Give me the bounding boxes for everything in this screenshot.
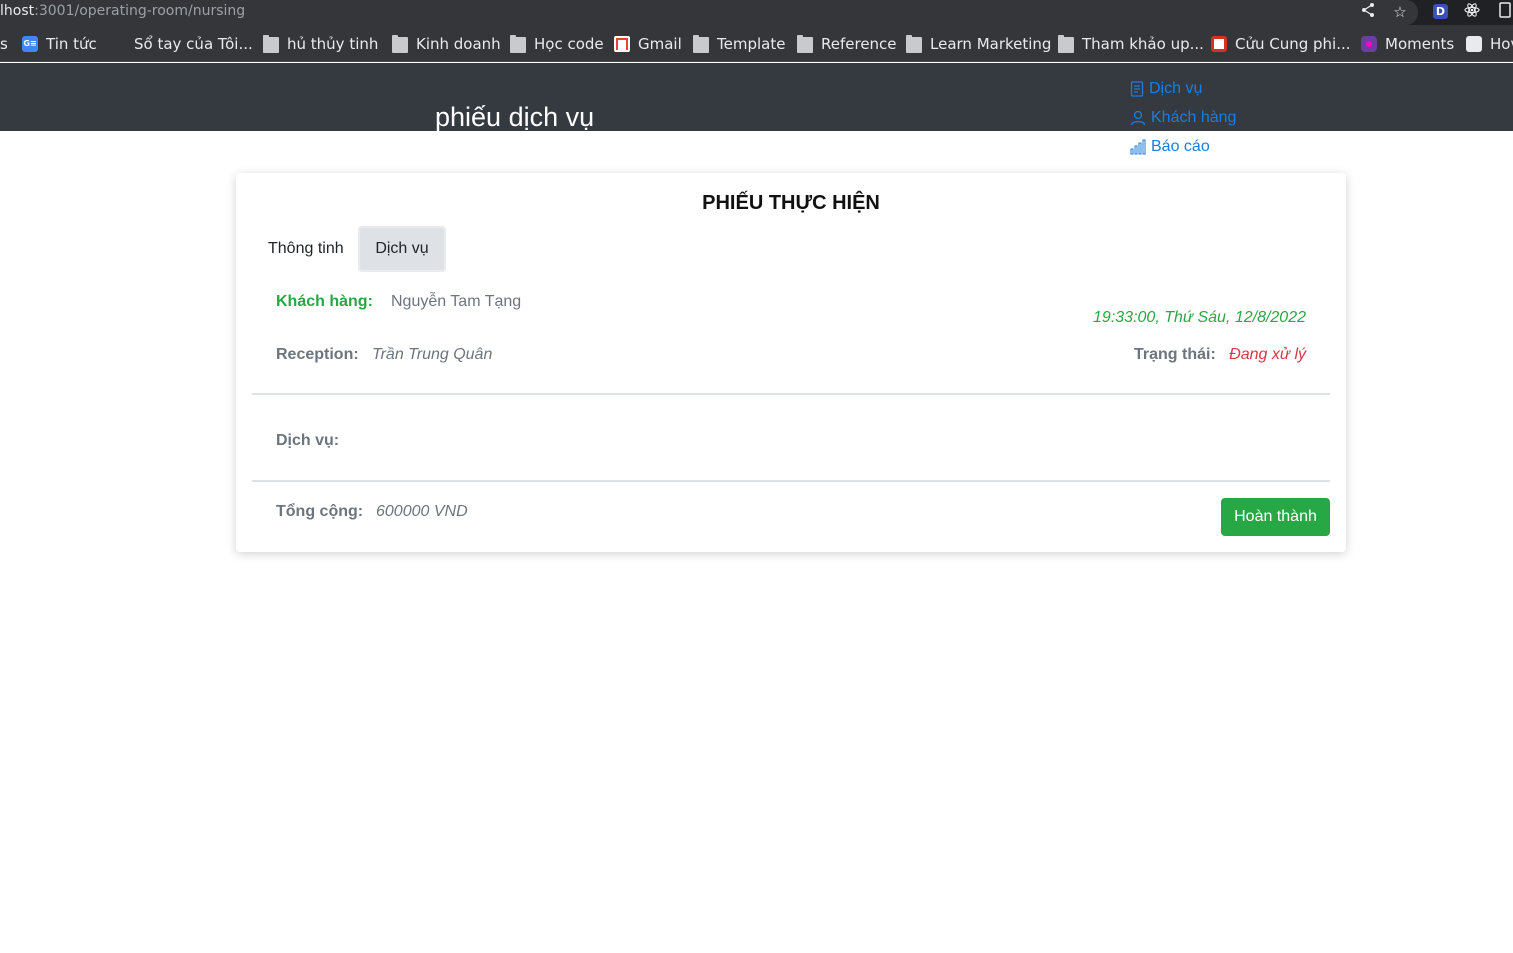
sidepanel-icon[interactable] bbox=[1495, 2, 1513, 22]
share-icon[interactable] bbox=[1358, 2, 1378, 22]
status-badge: Đang xử lý bbox=[1229, 346, 1306, 363]
bookmark-label: Reference bbox=[821, 35, 897, 53]
nav-label-reports: Báo cáo bbox=[1151, 137, 1210, 155]
bookmarks-bar: s G≡ Tin tức Sổ tay của Tôi... hủ thủy t… bbox=[0, 25, 1513, 62]
page-title: phiếu dịch vụ bbox=[435, 102, 595, 132]
bookmark-label: hủ thủy tinh bbox=[287, 35, 379, 53]
gmail-icon bbox=[614, 36, 630, 52]
bookmark-label: Moments bbox=[1385, 35, 1455, 53]
url-text[interactable]: lhost:3001/operating-room/nursing bbox=[0, 3, 245, 19]
nav-label-services: Dịch vụ bbox=[1149, 79, 1203, 97]
bookmark-item[interactable]: Kinh doanh bbox=[392, 34, 501, 54]
folder-icon bbox=[1058, 35, 1074, 53]
bar-chart-icon bbox=[1130, 139, 1146, 154]
star-icon[interactable]: ☆ bbox=[1390, 2, 1410, 22]
cuu-cung-icon bbox=[1211, 36, 1227, 52]
nav-item-customers[interactable]: Khách hàng bbox=[1130, 103, 1236, 132]
bookmark-item[interactable]: s bbox=[0, 34, 8, 54]
main-nav: Dịch vụ Khách hàng Báo cáo bbox=[1130, 74, 1236, 161]
tab-info[interactable]: Thông tinh bbox=[268, 226, 344, 272]
bookmark-label: Cửu Cung phi... bbox=[1235, 35, 1351, 53]
reception-label: Reception: bbox=[276, 346, 359, 363]
total-value: 600000 VND bbox=[376, 503, 468, 520]
bookmark-label: Kinh doanh bbox=[416, 35, 501, 53]
bookmark-label: Template bbox=[717, 35, 786, 53]
tab-services[interactable]: Dịch vụ bbox=[358, 226, 446, 272]
services-label: Dịch vụ: bbox=[276, 432, 340, 449]
bookmark-label: s bbox=[0, 35, 8, 53]
divider bbox=[252, 480, 1330, 482]
bookmark-item[interactable]: G≡ Tin tức bbox=[22, 34, 97, 54]
divider bbox=[252, 393, 1330, 395]
bookmark-label: Gmail bbox=[638, 35, 682, 53]
browser-url-bar: lhost:3001/operating-room/nursing ☆ D bbox=[0, 0, 1513, 25]
folder-icon bbox=[263, 35, 279, 53]
how-icon bbox=[1466, 36, 1482, 52]
bookmark-item[interactable]: Cửu Cung phi... bbox=[1211, 34, 1351, 54]
user-icon bbox=[1130, 110, 1146, 125]
ticket-datetime: 19:33:00, Thứ Sáu, 12/8/2022 bbox=[1093, 309, 1306, 326]
bookmark-item[interactable]: Gmail bbox=[614, 34, 682, 54]
microsoft-icon bbox=[110, 36, 126, 52]
service-ticket-card: PHIẾU THỰC HIỆN Thông tinh Dịch vụ Khách… bbox=[236, 173, 1346, 552]
url-path: :3001/operating-room/nursing bbox=[34, 3, 246, 19]
react-icon[interactable] bbox=[1462, 2, 1482, 22]
complete-button[interactable]: Hoàn thành bbox=[1221, 498, 1330, 536]
nav-item-services[interactable]: Dịch vụ bbox=[1130, 74, 1236, 103]
bookmark-item[interactable]: Hov bbox=[1466, 34, 1513, 54]
bookmark-item[interactable]: Reference bbox=[797, 34, 897, 54]
bookmark-item[interactable]: Template bbox=[693, 34, 785, 54]
nav-item-reports[interactable]: Báo cáo bbox=[1130, 132, 1236, 161]
folder-icon bbox=[797, 35, 813, 53]
bookmark-label: Hov bbox=[1490, 35, 1513, 53]
customer-label: Khách hàng: bbox=[276, 293, 373, 310]
bookmark-label: Học code bbox=[534, 35, 604, 53]
card-title: PHIẾU THỰC HIỆN bbox=[702, 192, 880, 214]
status-label: Trạng thái: bbox=[1134, 346, 1216, 363]
news-icon: G≡ bbox=[22, 36, 38, 52]
nav-label-customers: Khách hàng bbox=[1151, 108, 1237, 126]
bookmark-item[interactable]: Learn Marketing bbox=[906, 34, 1051, 54]
bookmark-item[interactable]: hủ thủy tinh bbox=[263, 34, 378, 54]
moments-icon bbox=[1361, 36, 1377, 52]
url-host: lhost bbox=[0, 3, 35, 19]
folder-icon bbox=[392, 35, 408, 53]
bookmark-label: Tham khảo up... bbox=[1082, 35, 1204, 53]
folder-icon bbox=[906, 35, 922, 53]
bookmark-label: Tin tức bbox=[46, 35, 97, 53]
app-header bbox=[0, 63, 1513, 131]
bookmark-item[interactable]: Moments bbox=[1361, 34, 1454, 54]
bookmark-item[interactable]: Học code bbox=[510, 34, 604, 54]
address-bar[interactable]: lhost:3001/operating-room/nursing bbox=[0, 0, 1418, 25]
bookmark-label: Sổ tay của Tôi... bbox=[134, 35, 253, 53]
bookmark-label: Learn Marketing bbox=[930, 35, 1052, 53]
bookmark-item[interactable]: Tham khảo up... bbox=[1058, 34, 1204, 54]
extension-d-icon[interactable]: D bbox=[1433, 4, 1448, 19]
document-icon bbox=[1130, 80, 1144, 97]
bookmark-item[interactable]: Sổ tay của Tôi... bbox=[110, 34, 253, 54]
total-label: Tổng cộng: bbox=[276, 503, 364, 520]
folder-icon bbox=[693, 35, 709, 53]
reception-name: Trần Trung Quân bbox=[372, 346, 493, 363]
folder-icon bbox=[510, 35, 526, 53]
customer-name: Nguyễn Tam Tạng bbox=[391, 293, 522, 310]
